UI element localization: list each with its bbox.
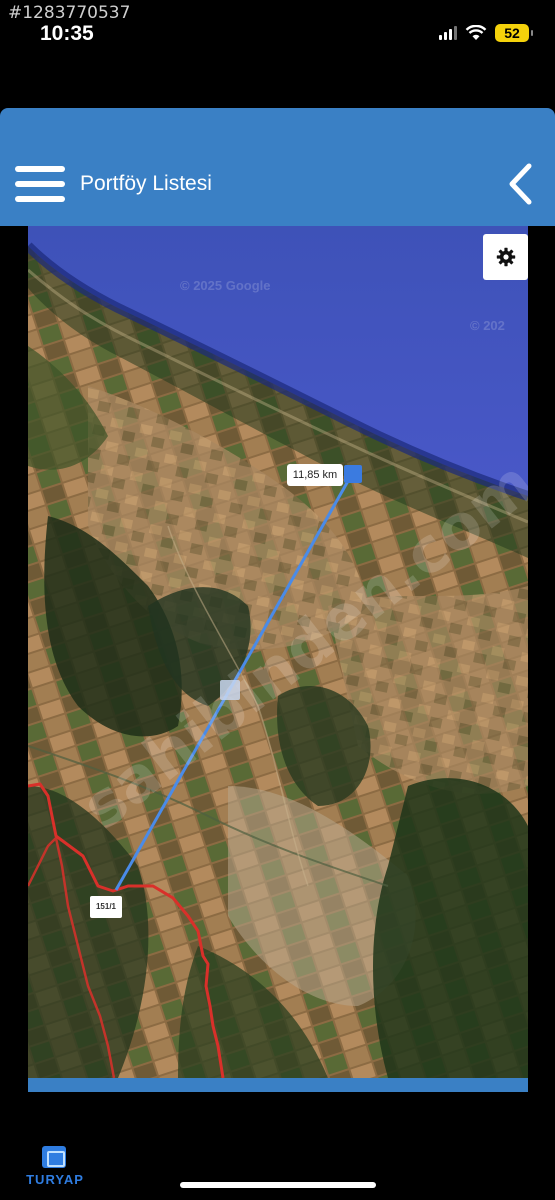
app-header: Portföy Listesi xyxy=(0,108,555,226)
brand-name: TURYAP xyxy=(26,1172,84,1187)
signal-icon xyxy=(439,26,457,40)
home-indicator[interactable] xyxy=(180,1182,376,1188)
status-icons: 52 xyxy=(439,24,533,42)
chevron-left-icon[interactable] xyxy=(505,162,535,206)
distance-endpoint-marker[interactable] xyxy=(344,465,362,483)
hamburger-menu-icon[interactable] xyxy=(15,166,65,202)
wifi-icon xyxy=(465,25,487,40)
distance-midpoint-marker[interactable] xyxy=(220,680,240,700)
map-copyright-text: © 2025 Google xyxy=(180,278,271,293)
battery-icon: 52 xyxy=(495,24,533,42)
gear-icon xyxy=(496,247,515,267)
page-title: Portföy Listesi xyxy=(80,172,212,195)
map-view[interactable]: © 2025 Google © 202 sahibinden.com 11,85… xyxy=(28,226,528,1092)
parcel-label: 151/1 xyxy=(90,896,122,918)
map-copyright-text: © 202 xyxy=(470,318,505,333)
distance-label: 11,85 km xyxy=(287,464,343,486)
listing-id-text: #1283770537 xyxy=(8,3,131,23)
map-bottom-bar xyxy=(28,1078,528,1092)
map-settings-button[interactable] xyxy=(483,234,528,280)
brand-logo: TURYAP xyxy=(18,1144,92,1188)
brand-mark-icon xyxy=(42,1146,66,1168)
status-time: 10:35 xyxy=(40,22,94,45)
